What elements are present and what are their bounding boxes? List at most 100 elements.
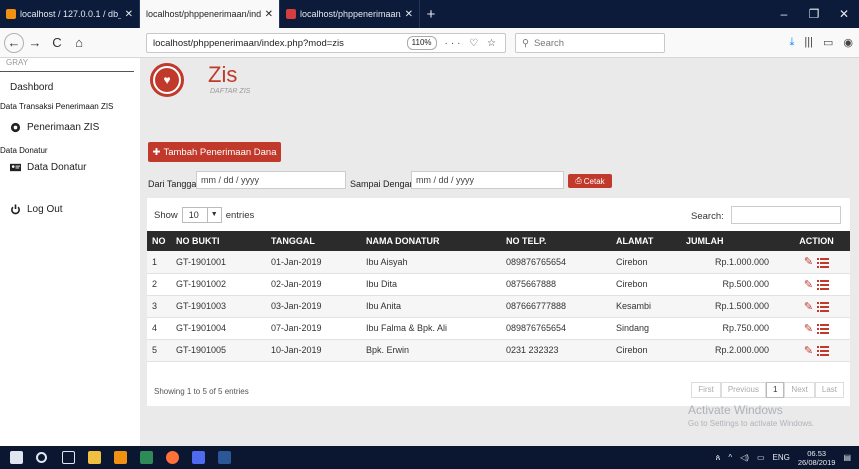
- sidebar-section-transaksi: Data Transaksi Penerimaan ZIS: [0, 102, 114, 111]
- windows-start-icon[interactable]: [10, 451, 23, 464]
- print-button[interactable]: ⎙ Cetak: [568, 174, 612, 188]
- edit-icon[interactable]: ✎: [804, 301, 813, 313]
- alamat-cell: Cirebon: [616, 345, 648, 355]
- firefox-icon[interactable]: [166, 451, 179, 464]
- alamat-cell: Kesambi: [616, 301, 652, 311]
- table-search-input[interactable]: [731, 206, 841, 224]
- no-telp-cell: 087666777888: [506, 301, 567, 311]
- action-cell: ✎: [783, 317, 850, 339]
- notifications-icon[interactable]: ▤: [843, 453, 851, 462]
- tab-index[interactable]: localhost/phppenerimaan/index.php ✕: [140, 0, 280, 28]
- column-header[interactable]: NAMA DONATUR: [361, 231, 501, 251]
- no-telp-cell: 089876765654: [506, 323, 567, 333]
- table-row: 3 GT-1901003 03-Jan-2019 Ibu Anita 087666777…: [147, 295, 850, 317]
- back-arrow-icon[interactable]: ←: [4, 32, 24, 53]
- clock-time: 06.53: [807, 448, 827, 458]
- show-label: Show: [154, 209, 178, 221]
- sidebar-item-logout[interactable]: Log Out: [10, 204, 63, 215]
- sidebar-item-penerimaan[interactable]: Penerimaan ZIS: [10, 122, 99, 133]
- sidebar-icon[interactable]: ▭: [823, 36, 833, 49]
- close-tab-icon[interactable]: ✕: [125, 9, 133, 20]
- table-row: 4 GT-1901004 07-Jan-2019 Ibu Falma & Bpk. A…: [147, 317, 850, 339]
- table-header-row: NO NO BUKTI TANGGAL NAMA DONATUR NO TELP…: [147, 231, 850, 251]
- no-cell: 4: [152, 323, 158, 333]
- minimize-icon[interactable]: –: [769, 0, 799, 28]
- chevron-down-icon: ▼: [206, 208, 221, 222]
- volume-icon[interactable]: ◁): [740, 453, 749, 462]
- plus-icon: ✚: [152, 146, 161, 158]
- forward-arrow-icon[interactable]: →: [24, 35, 46, 50]
- print-button-label: Cetak: [583, 176, 605, 186]
- column-header[interactable]: NO TELP.: [501, 231, 611, 251]
- list-icon[interactable]: [817, 302, 830, 313]
- page-actions-icon[interactable]: ··· ♡ ☆: [445, 38, 499, 49]
- tanggal-cell: 01-Jan-2019: [271, 256, 322, 267]
- library-icon[interactable]: |||: [804, 36, 813, 49]
- browser-tab-bar: localhost / 127.0.0.1 / db_penerimaan ✕ …: [0, 0, 859, 28]
- address-card-icon: [10, 163, 21, 172]
- page-title: Zis: [208, 62, 238, 87]
- from-date-input[interactable]: mm / dd / yyyy: [196, 171, 346, 189]
- list-icon[interactable]: [817, 324, 830, 335]
- column-header[interactable]: NO BUKTI: [171, 231, 266, 251]
- jumlah-cell: Rp.1.000.000: [714, 256, 769, 267]
- list-icon[interactable]: [817, 280, 830, 291]
- search-icon[interactable]: [36, 452, 47, 463]
- no-bukti-cell: GT-1901004: [176, 323, 227, 333]
- home-icon[interactable]: ⌂: [68, 35, 90, 50]
- task-view-icon[interactable]: [62, 451, 75, 464]
- clock[interactable]: 06.53 26/08/2019: [798, 449, 836, 467]
- reload-icon[interactable]: C: [46, 35, 68, 50]
- edit-icon[interactable]: ✎: [804, 345, 813, 357]
- activate-windows-hint: Go to Settings to activate Windows.: [688, 419, 815, 428]
- pager-previous[interactable]: Previous: [720, 382, 766, 398]
- xampp-icon[interactable]: [114, 451, 127, 464]
- list-icon[interactable]: [817, 257, 830, 268]
- action-cell: ✎: [783, 339, 850, 361]
- add-penerimaan-button[interactable]: ✚ Tambah Penerimaan Dana: [148, 142, 281, 162]
- edit-icon[interactable]: ✎: [804, 256, 813, 268]
- edit-icon[interactable]: ✎: [804, 323, 813, 335]
- notepad-icon[interactable]: [140, 451, 153, 464]
- no-cell: 3: [152, 301, 158, 311]
- sidebar-item-data-donatur[interactable]: Data Donatur: [10, 162, 86, 173]
- pager-next[interactable]: Next: [784, 382, 815, 398]
- browser-search-input[interactable]: ⚲ Search: [515, 33, 665, 53]
- close-window-icon[interactable]: ✕: [829, 0, 859, 28]
- list-icon[interactable]: [817, 346, 830, 357]
- sidebar-item-dashboard[interactable]: Dashbord: [10, 82, 53, 93]
- no-telp-cell: 089876765654: [506, 256, 567, 267]
- people-icon[interactable]: ጰ: [716, 453, 721, 463]
- language-indicator[interactable]: ENG: [773, 453, 790, 462]
- to-date-input[interactable]: mm / dd / yyyy: [411, 171, 564, 189]
- column-header[interactable]: ALAMAT: [611, 231, 681, 251]
- chevron-up-icon[interactable]: ^: [728, 453, 732, 462]
- close-tab-icon[interactable]: ✕: [405, 9, 413, 20]
- zoom-badge[interactable]: 110%: [406, 36, 437, 50]
- restore-icon[interactable]: ❐: [799, 0, 829, 28]
- column-header[interactable]: NO: [147, 231, 171, 251]
- search-placeholder: Search: [533, 37, 565, 49]
- tab-phpmyadmin[interactable]: localhost / 127.0.0.1 / db_penerimaan ✕: [0, 0, 140, 28]
- no-bukti-cell: GT-1901002: [176, 279, 227, 289]
- edit-icon[interactable]: ✎: [804, 279, 813, 291]
- extension-icon[interactable]: ◉: [843, 36, 853, 49]
- battery-icon[interactable]: ▭: [757, 453, 765, 462]
- download-icon[interactable]: ⤓: [790, 36, 795, 49]
- column-header[interactable]: TANGGAL: [266, 231, 361, 251]
- pager-last[interactable]: Last: [814, 382, 844, 398]
- pager-first[interactable]: First: [691, 382, 721, 398]
- close-tab-icon[interactable]: ✕: [265, 9, 273, 20]
- tab-laporan[interactable]: localhost/phppenerimaan/laporan ✕: [280, 0, 420, 28]
- no-telp-cell: 0231 232323: [506, 345, 559, 355]
- word-icon[interactable]: [218, 451, 231, 464]
- file-explorer-icon[interactable]: [88, 451, 101, 464]
- column-header[interactable]: JUMLAH: [681, 231, 783, 251]
- visio-icon[interactable]: [192, 451, 205, 464]
- pager-current[interactable]: 1: [765, 382, 785, 398]
- no-telp-cell: 0875667888: [506, 279, 557, 289]
- new-tab-button[interactable]: +: [420, 0, 442, 28]
- address-bar[interactable]: ⓘ localhost/phppenerimaan/index.php?mod=…: [146, 33, 506, 235]
- page-length-select[interactable]: 10 ▼: [181, 207, 222, 223]
- search-icon: ⚲: [522, 37, 529, 49]
